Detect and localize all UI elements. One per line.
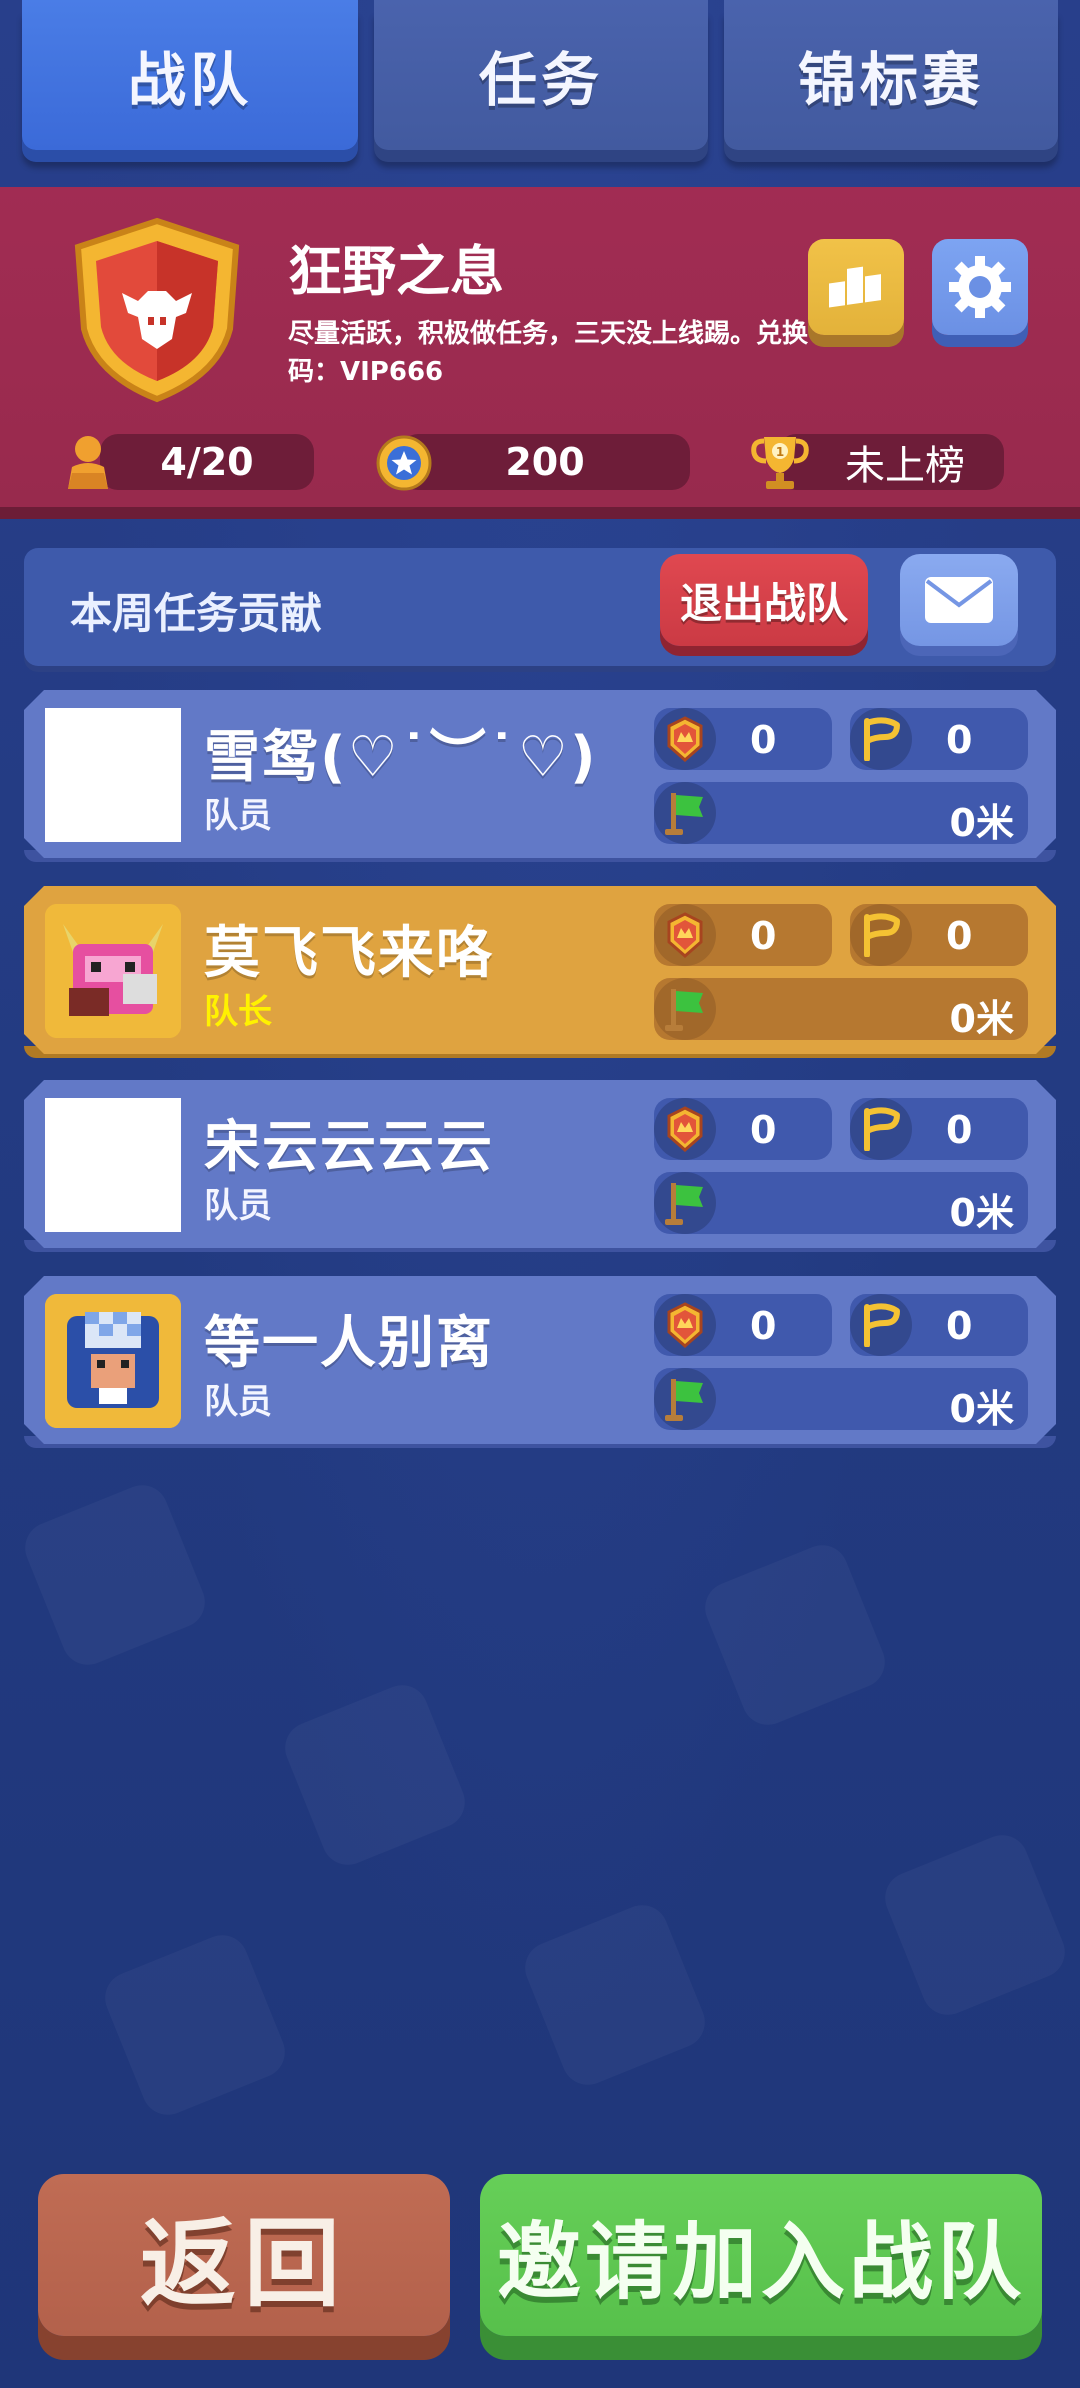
team-rank-value: 未上榜	[845, 443, 965, 489]
green-flag-icon	[665, 1379, 703, 1421]
member-row[interactable]: 雪鸳(♡˙︶˙♡) 队员 0 0 0米	[24, 690, 1056, 858]
green-flag-icon	[665, 793, 703, 835]
green-flag-circle	[654, 1368, 716, 1430]
member-role: 队长	[204, 992, 272, 1032]
star-coin-icon	[376, 435, 432, 491]
medal-icon-circle	[654, 1294, 716, 1356]
medal-icon-circle	[654, 708, 716, 770]
mail-button[interactable]	[900, 554, 1018, 646]
flag-pill: 0	[850, 904, 1028, 966]
avatar-pink-beast-icon	[45, 904, 181, 1038]
medal-icon-circle	[654, 904, 716, 966]
team-rank-stat: 未上榜	[778, 434, 1004, 490]
member-name: 宋云云云云	[204, 1115, 494, 1180]
distance-pill: 0米	[654, 1368, 1028, 1431]
tab-tasks[interactable]: 任务	[374, 0, 708, 150]
ranking-button[interactable]	[808, 239, 904, 335]
member-role: 队员	[204, 796, 272, 836]
distance-pill: 0米	[654, 1172, 1028, 1235]
checkpoint-flag-icon	[864, 1303, 900, 1347]
mail-icon	[925, 577, 993, 623]
member-avatar[interactable]	[45, 1294, 181, 1428]
weekly-contribution-title: 本周任务贡献	[70, 589, 323, 638]
medal-icon	[667, 912, 703, 958]
checkpoint-flag-icon	[864, 717, 900, 761]
green-flag-circle	[654, 782, 716, 844]
flag-pill: 0	[850, 708, 1028, 770]
distance-value: 0米	[949, 1191, 1014, 1235]
team-name: 狂野之息	[288, 240, 504, 303]
member-name: 莫飞飞来咯	[204, 921, 494, 986]
checkpoint-flag-icon	[864, 1107, 900, 1151]
member-avatar[interactable]	[45, 904, 181, 1038]
medal-count: 0	[750, 718, 777, 762]
tab-championship[interactable]: 锦标赛	[724, 0, 1058, 150]
medal-pill: 0	[654, 1294, 832, 1356]
member-row[interactable]: 等一人别离队员 0 0 0米	[24, 1276, 1056, 1444]
green-flag-icon	[665, 989, 703, 1031]
medal-pill: 0	[654, 1098, 832, 1160]
settings-button[interactable]	[932, 239, 1028, 335]
member-role: 队员	[204, 1186, 272, 1226]
distance-value: 0米	[949, 1387, 1014, 1431]
team-points-stat: 200	[400, 434, 690, 490]
gear-icon	[949, 256, 1011, 318]
flag-pill: 0	[850, 1098, 1028, 1160]
member-row[interactable]: 宋云云云云队员 0 0 0米	[24, 1080, 1056, 1248]
tab-team[interactable]: 战队	[22, 0, 358, 150]
flag-count: 0	[946, 914, 973, 958]
medal-count: 0	[750, 914, 777, 958]
person-icon	[68, 436, 108, 489]
distance-value: 0米	[949, 801, 1014, 845]
trophy-icon: 1	[751, 437, 809, 489]
member-name: 雪鸳(♡˙︶˙♡)	[204, 725, 598, 790]
distance-pill: 0米	[654, 782, 1028, 845]
member-count-stat: 4/20	[100, 434, 314, 490]
checkpoint-flag-icon	[864, 913, 900, 957]
invite-team-button[interactable]: 邀请加入战队	[480, 2174, 1042, 2336]
green-flag-circle	[654, 978, 716, 1040]
flag-icon-circle	[850, 1098, 912, 1160]
member-avatar[interactable]	[45, 708, 181, 842]
medal-count: 0	[750, 1108, 777, 1152]
back-button[interactable]: 返回	[38, 2174, 450, 2336]
flag-icon-circle	[850, 708, 912, 770]
green-flag-circle	[654, 1172, 716, 1234]
shield-emblem-icon	[74, 217, 240, 403]
exit-team-button[interactable]: 退出战队	[660, 554, 868, 646]
flag-count: 0	[946, 718, 973, 762]
flag-icon-circle	[850, 1294, 912, 1356]
medal-count: 0	[750, 1304, 777, 1348]
member-avatar[interactable]	[45, 1098, 181, 1232]
medal-icon-circle	[654, 1098, 716, 1160]
team-points-value: 200	[505, 440, 585, 484]
flag-count: 0	[946, 1108, 973, 1152]
member-name: 等一人别离	[204, 1311, 494, 1376]
green-flag-icon	[665, 1183, 703, 1225]
medal-pill: 0	[654, 708, 832, 770]
member-count-value: 4/20	[160, 440, 254, 484]
distance-value: 0米	[949, 997, 1014, 1041]
podium-icon	[829, 266, 881, 308]
captain-row[interactable]: 莫飞飞来咯队长 0 0 0米	[24, 886, 1056, 1054]
flag-count: 0	[946, 1304, 973, 1348]
avatar-blue-beast-icon	[45, 1294, 181, 1428]
medal-pill: 0	[654, 904, 832, 966]
medal-icon	[667, 1106, 703, 1152]
member-role: 队员	[204, 1382, 272, 1422]
weekly-contribution-bar: 本周任务贡献 退出战队	[24, 548, 1056, 666]
svg-text:1: 1	[776, 445, 784, 459]
flag-icon-circle	[850, 904, 912, 966]
medal-icon	[667, 1302, 703, 1348]
flag-pill: 0	[850, 1294, 1028, 1356]
medal-icon	[667, 716, 703, 762]
team-description: 尽量活跃，积极做任务，三天没上线踢。兑换码：VIP666	[288, 319, 809, 387]
distance-pill: 0米	[654, 978, 1028, 1041]
team-banner: 狂野之息 尽量活跃，积极做任务，三天没上线踢。兑换码：VIP666 4/20 2…	[0, 187, 1080, 507]
